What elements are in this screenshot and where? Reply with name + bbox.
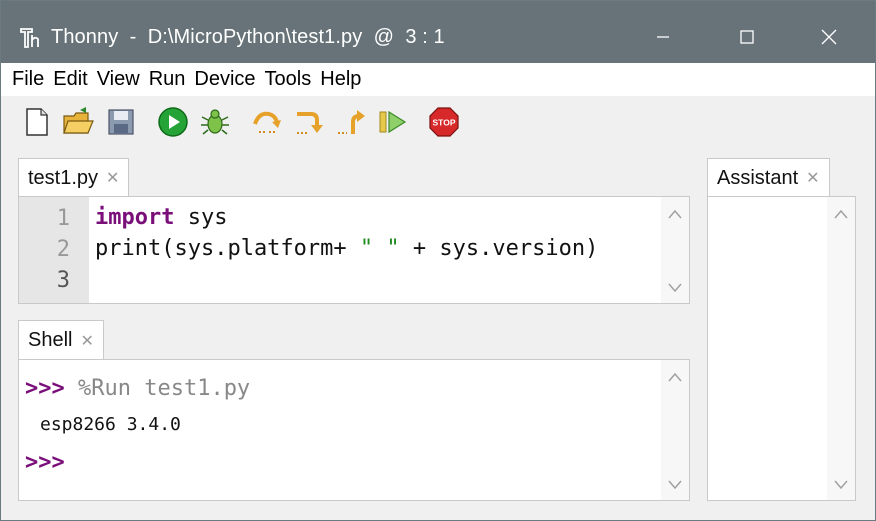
minimize-icon xyxy=(657,36,669,38)
tab-shell[interactable]: Shell ✕ xyxy=(18,320,104,360)
scroll-down-icon[interactable] xyxy=(668,283,682,293)
string-literal: " " xyxy=(359,236,400,261)
menu-view[interactable]: View xyxy=(97,68,140,91)
menu-run[interactable]: Run xyxy=(149,68,186,91)
debug-bug-icon[interactable] xyxy=(199,106,231,138)
menu-device[interactable]: Device xyxy=(194,68,255,91)
shell-output: esp8266 3.4.0 xyxy=(40,414,181,435)
minimize-button[interactable] xyxy=(640,15,686,59)
menu-tools[interactable]: Tools xyxy=(265,68,312,91)
tab-test1-py[interactable]: test1.py ✕ xyxy=(18,158,130,197)
shell-prompt: >>> xyxy=(25,376,65,401)
step-into-icon[interactable] xyxy=(293,106,325,138)
assistant-scrollbar[interactable] xyxy=(827,197,855,500)
title-bar[interactable]: Thonny - D:\MicroPython\test1.py @ 3 : 1 xyxy=(1,1,875,63)
run-icon[interactable] xyxy=(157,106,189,138)
maximize-button[interactable] xyxy=(724,15,770,59)
code-editor[interactable]: 1 2 3 import sys print(sys.platform+ " "… xyxy=(18,196,690,304)
shell-panel[interactable]: >>> %Run test1.py esp8266 3.4.0 >>> xyxy=(18,359,690,501)
scroll-up-icon[interactable] xyxy=(834,209,848,219)
scroll-up-icon[interactable] xyxy=(668,209,682,219)
shell-command: %Run test1.py xyxy=(64,376,251,401)
code-text: sys xyxy=(174,205,228,230)
shell-input-line[interactable]: >>> xyxy=(25,450,65,475)
stop-label: STOP xyxy=(433,118,456,128)
close-window-button[interactable] xyxy=(806,15,852,59)
scroll-down-icon[interactable] xyxy=(668,480,682,490)
shell-command-line: >>> %Run test1.py xyxy=(25,376,250,401)
tab-close-icon[interactable]: ✕ xyxy=(80,331,93,351)
menu-file[interactable]: File xyxy=(12,68,44,91)
window-title: Thonny - D:\MicroPython\test1.py @ 3 : 1 xyxy=(51,26,445,48)
open-folder-icon[interactable] xyxy=(62,106,94,138)
code-text: + sys.version) xyxy=(399,236,599,261)
new-file-icon[interactable] xyxy=(21,106,53,138)
line-number: 2 xyxy=(56,237,70,262)
scroll-up-icon[interactable] xyxy=(668,372,682,382)
thonny-window: Thonny - D:\MicroPython\test1.py @ 3 : 1… xyxy=(0,0,876,521)
tab-close-icon[interactable]: ✕ xyxy=(806,168,819,188)
tab-label: Assistant xyxy=(717,166,799,189)
line-number: 1 xyxy=(56,206,70,231)
menu-bar: File Edit View Run Device Tools Help xyxy=(1,63,875,96)
stop-icon[interactable]: STOP xyxy=(428,106,460,138)
keyword-import: import xyxy=(95,205,175,230)
close-icon xyxy=(821,29,837,45)
tab-label: test1.py xyxy=(28,166,99,189)
line-number: 3 xyxy=(56,268,70,293)
maximize-icon xyxy=(740,30,754,44)
menu-help[interactable]: Help xyxy=(320,68,361,91)
line-number-gutter: 1 2 3 xyxy=(19,197,89,303)
step-out-icon[interactable] xyxy=(335,106,367,138)
scroll-down-icon[interactable] xyxy=(834,480,848,490)
resume-icon[interactable] xyxy=(377,106,409,138)
menu-edit[interactable]: Edit xyxy=(53,68,87,91)
tab-close-icon[interactable]: ✕ xyxy=(106,168,119,188)
thonny-app-icon xyxy=(20,28,39,48)
tab-label: Shell xyxy=(28,329,73,351)
shell-prompt: >>> xyxy=(25,450,65,475)
editor-scrollbar[interactable] xyxy=(661,197,689,303)
step-over-icon[interactable] xyxy=(251,106,283,138)
code-line-1[interactable]: import sys xyxy=(95,205,227,230)
shell-scrollbar[interactable] xyxy=(661,360,689,500)
save-icon[interactable] xyxy=(105,106,137,138)
tab-assistant[interactable]: Assistant ✕ xyxy=(707,158,830,197)
code-line-2[interactable]: print(sys.platform+ " " + sys.version) xyxy=(95,236,598,261)
code-text: print(sys.platform+ xyxy=(95,236,360,261)
assistant-panel[interactable] xyxy=(707,196,856,501)
